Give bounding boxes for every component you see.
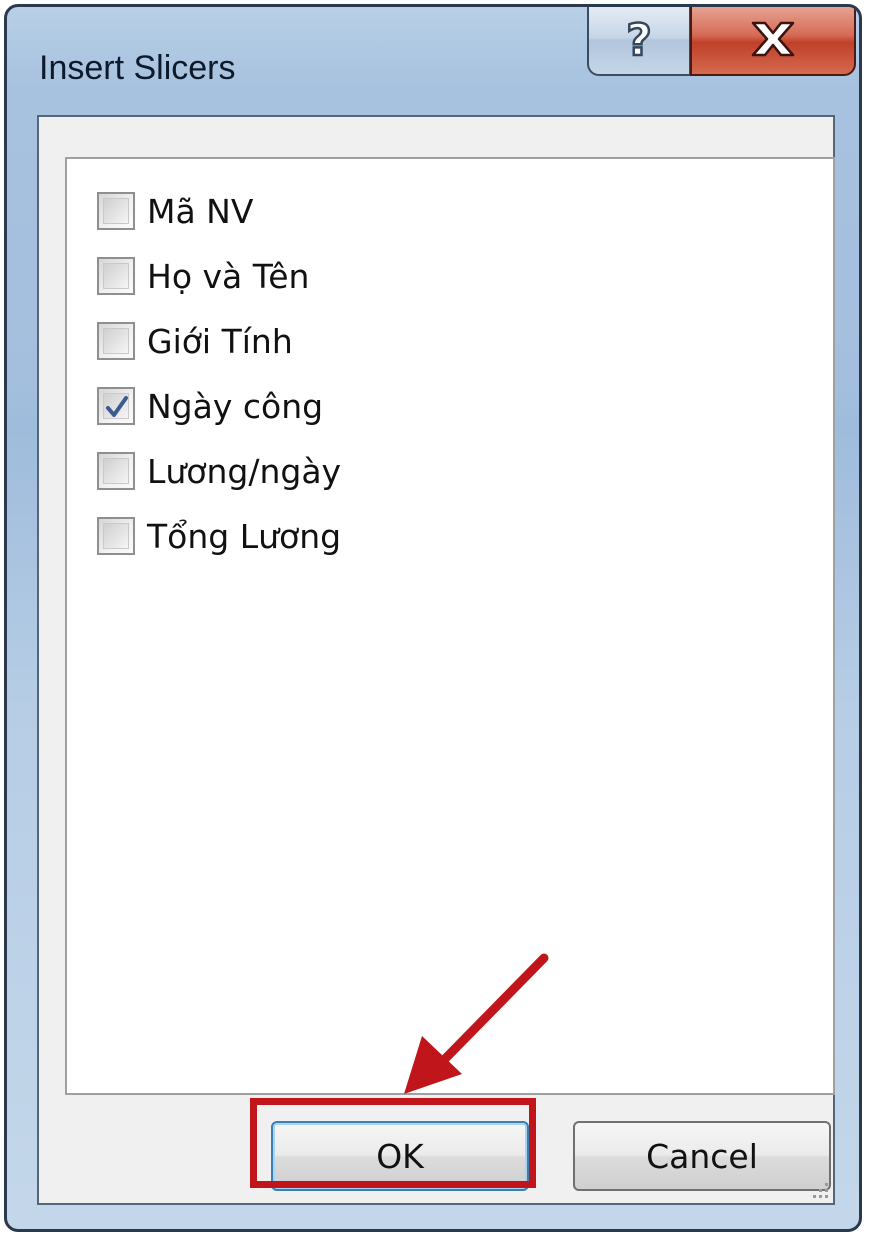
field-list[interactable]: Mã NV Họ và Tên Giới Tính Ngày công Lươn… [65, 157, 835, 1095]
field-item-ngay-cong[interactable]: Ngày công [97, 382, 323, 430]
field-label: Tổng Lương [147, 516, 342, 556]
field-checkbox[interactable] [97, 517, 135, 555]
field-item-ho-va-ten[interactable]: Họ và Tên [97, 252, 309, 300]
dialog-client-area: Mã NV Họ và Tên Giới Tính Ngày công Lươn… [37, 115, 835, 1205]
checkmark-icon [106, 396, 128, 417]
field-item-tong-luong[interactable]: Tổng Lương [97, 512, 341, 560]
field-checkbox[interactable] [97, 452, 135, 490]
close-x-icon [751, 21, 795, 57]
title-bar[interactable]: Insert Slicers ? [7, 7, 859, 115]
dialog-title: Insert Slicers [39, 49, 236, 87]
field-label: Giới Tính [147, 321, 293, 361]
resize-grip-icon[interactable] [809, 1179, 831, 1201]
field-checkbox[interactable] [97, 192, 135, 230]
field-item-ma-nv[interactable]: Mã NV [97, 187, 253, 235]
question-mark-icon: ? [625, 14, 653, 65]
field-label: Lương/ngày [147, 451, 342, 491]
field-item-luong-ngay[interactable]: Lương/ngày [97, 447, 341, 495]
field-label: Mã NV [147, 191, 254, 231]
help-button[interactable]: ? [587, 7, 691, 76]
close-button[interactable] [690, 7, 856, 76]
ok-button[interactable]: OK [271, 1121, 529, 1191]
field-checkbox[interactable] [97, 322, 135, 360]
insert-slicers-dialog: Insert Slicers ? Mã NV Họ và Tên Giới Tí… [4, 4, 862, 1232]
field-checkbox-checked[interactable] [97, 387, 135, 425]
field-checkbox[interactable] [97, 257, 135, 295]
svg-text:?: ? [626, 15, 652, 65]
field-label: Ngày công [147, 386, 324, 426]
cancel-button[interactable]: Cancel [573, 1121, 831, 1191]
field-label: Họ và Tên [147, 256, 310, 296]
field-item-gioi-tinh[interactable]: Giới Tính [97, 317, 293, 365]
